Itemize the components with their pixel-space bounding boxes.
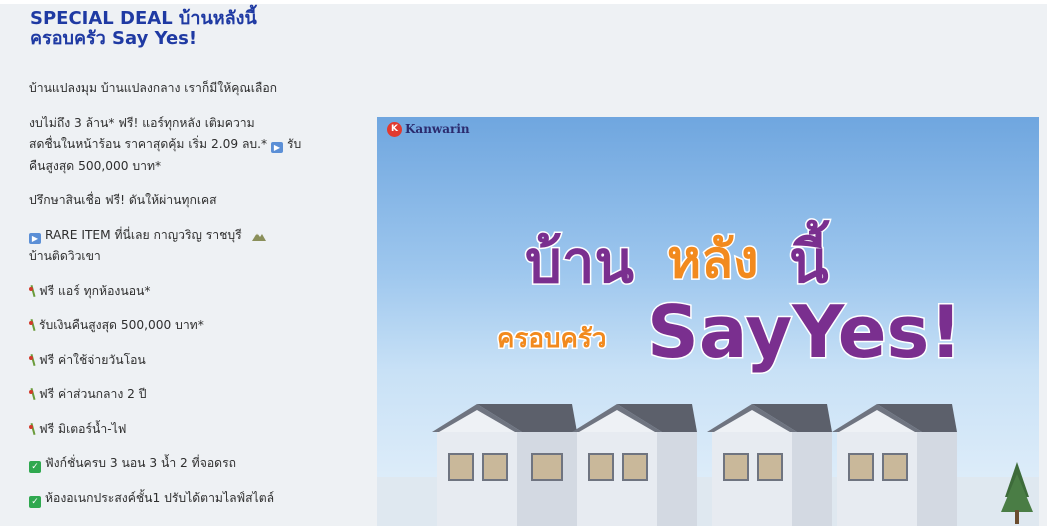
list-item: รับเงินคืนสูงสุด 500,000 บาท* bbox=[29, 315, 329, 337]
house bbox=[832, 404, 957, 526]
headline-word-2: หลัง bbox=[667, 230, 759, 290]
list-item: ✓ ห้องอเนกประสงค์ชั้น1 ปรับได้ตามไลฟ์สไตล… bbox=[29, 488, 329, 510]
budget-text: งบไม่ถึง 3 ล้าน* ฟรี! แอร์ทุกหลัง เติมคว… bbox=[29, 113, 329, 178]
fast-forward-icon: ▶ bbox=[271, 142, 283, 153]
promo-copy: บ้านแปลงมุม บ้านแปลงกลาง เราก็มีให้คุณเล… bbox=[29, 78, 329, 509]
page-title-line1: SPECIAL DEAL บ้านหลังนี้ bbox=[30, 8, 257, 29]
house bbox=[572, 404, 697, 526]
page-title: SPECIAL DEAL บ้านหลังนี้ ครอบครัว Say Ye… bbox=[30, 9, 360, 49]
perk-label: รับเงินคืนสูงสุด 500,000 บาท* bbox=[39, 318, 204, 332]
sprig-icon bbox=[29, 319, 37, 331]
promo-banner-image: K Kanwarin บ้าน หลัง นี้ ครอบครัว SayYes… bbox=[377, 117, 1039, 526]
perk-label: ฟรี แอร์ ทุกห้องนอน* bbox=[39, 283, 151, 298]
headline-word-3: นี้ bbox=[789, 220, 831, 296]
headline-word-5: SayYes! bbox=[647, 290, 962, 374]
page-title-line2: ครอบครัว Say Yes! bbox=[30, 28, 198, 49]
rare-text: ▶ RARE ITEM ที่นี่เลย กาญวริญ ราชบุรี บ้า… bbox=[29, 225, 329, 268]
list-item: ฟรี มิเตอร์น้ำ-ไฟ bbox=[29, 419, 329, 441]
mountain-icon bbox=[251, 232, 266, 241]
rare-line2: บ้านติดวิวเขา bbox=[29, 249, 101, 263]
budget-line2-rest: รับ bbox=[287, 137, 302, 151]
rare-line1: RARE ITEM ที่นี่เลย กาญวริญ ราชบุรี bbox=[45, 227, 242, 242]
list-item: ฟรี ค่าส่วนกลาง 2 ปี bbox=[29, 384, 329, 406]
sprig-icon bbox=[29, 388, 37, 400]
banner-headline: บ้าน หลัง นี้ ครอบครัว SayYes! bbox=[496, 219, 964, 376]
sprig-icon bbox=[29, 285, 37, 297]
list-item: ฟรี ค่าใช้จ่ายวันโอน bbox=[29, 350, 329, 372]
perk-label: ฟรี มิเตอร์น้ำ-ไฟ bbox=[39, 421, 127, 436]
budget-line3: คืนสูงสุด 500,000 บาท* bbox=[29, 158, 162, 173]
brand-logo: K Kanwarin bbox=[387, 120, 470, 138]
check-box-icon: ✓ bbox=[29, 461, 41, 473]
headline-word-1: บ้าน bbox=[525, 228, 634, 296]
sprig-icon bbox=[29, 423, 37, 435]
top-edge bbox=[0, 0, 1047, 4]
houses-illustration bbox=[377, 404, 1039, 526]
house bbox=[432, 404, 577, 526]
list-item: ✓ ฟังก์ชั่นครบ 3 นอน 3 น้ำ 2 ที่จอดรถ bbox=[29, 453, 329, 475]
budget-line2: สดชื่นในหน้าร้อน ราคาสุดคุ้ม เริ่ม 2.09 … bbox=[29, 137, 268, 151]
fast-forward-icon: ▶ bbox=[29, 232, 41, 244]
intro-text: บ้านแปลงมุม บ้านแปลงกลาง เราก็มีให้คุณเล… bbox=[29, 81, 278, 95]
consult-text: ปรึกษาสินเชื่อ ฟรี! ดันให้ผ่านทุกเคส bbox=[29, 193, 217, 207]
check-box-icon: ✓ bbox=[29, 495, 41, 508]
house bbox=[707, 404, 832, 526]
headline-word-4: ครอบครัว bbox=[497, 324, 606, 354]
page: SPECIAL DEAL บ้านหลังนี้ ครอบครัว Say Ye… bbox=[0, 0, 1047, 526]
budget-line1: งบไม่ถึง 3 ล้าน* ฟรี! แอร์ทุกหลัง เติมคว… bbox=[29, 115, 255, 130]
feature-label: ฟังก์ชั่นครบ 3 นอน 3 น้ำ 2 ที่จอดรถ bbox=[45, 456, 236, 470]
brand-name: Kanwarin bbox=[405, 122, 470, 136]
perk-label: ฟรี ค่าใช้จ่ายวันโอน bbox=[39, 352, 146, 367]
sprig-icon bbox=[29, 354, 37, 366]
feature-label: ห้องอเนกประสงค์ชั้น1 ปรับได้ตามไลฟ์สไตล์ bbox=[45, 490, 275, 505]
list-item: ฟรี แอร์ ทุกห้องนอน* bbox=[29, 281, 329, 303]
brand-mark-icon: K bbox=[387, 121, 402, 137]
perk-label: ฟรี ค่าส่วนกลาง 2 ปี bbox=[39, 387, 147, 401]
